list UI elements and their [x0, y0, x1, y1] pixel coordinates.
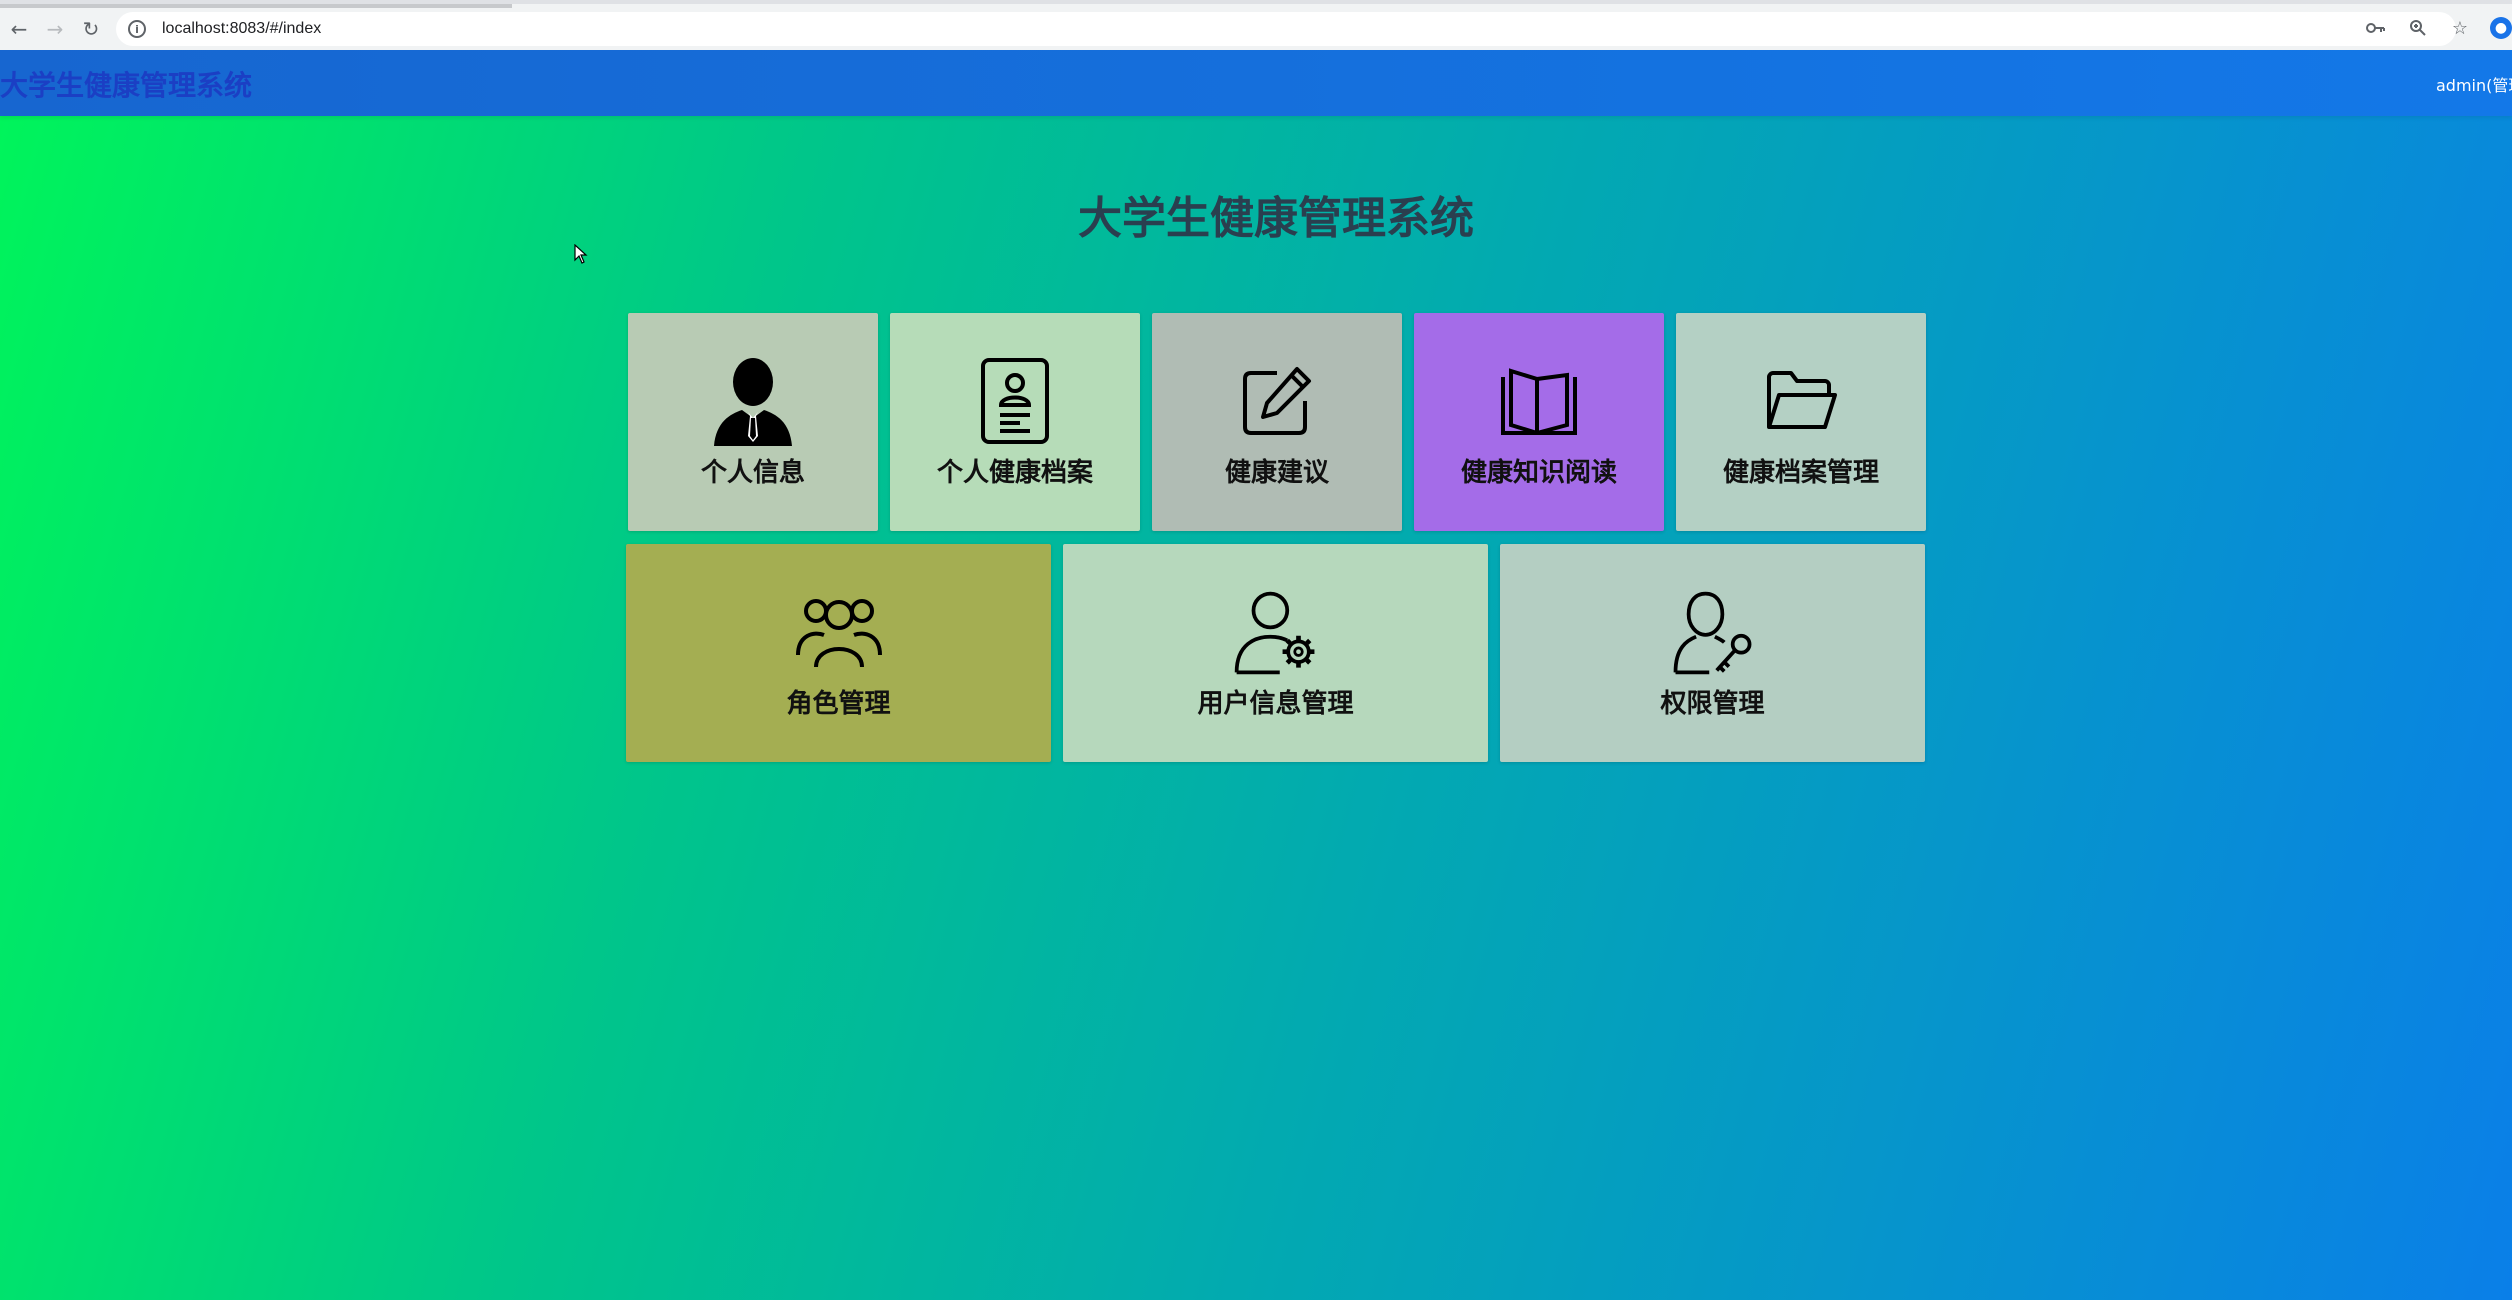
tile-role-management[interactable]: 角色管理 [626, 544, 1051, 762]
tile-label: 用户信息管理 [1197, 688, 1354, 719]
site-info-icon[interactable]: i [128, 20, 146, 38]
key-icon[interactable] [2364, 16, 2388, 40]
user-gear-icon [1231, 587, 1321, 677]
folder-open-icon [1756, 356, 1846, 446]
bookmark-star-icon[interactable]: ☆ [2448, 16, 2472, 40]
page-title: 大学生健康管理系统 [1078, 193, 1474, 244]
tile-user-info-management[interactable]: 用户信息管理 [1063, 544, 1488, 762]
reload-icon[interactable]: ↻ [78, 16, 104, 42]
open-book-icon [1494, 356, 1584, 446]
app-brand[interactable]: 大学生健康管理系统 [0, 64, 252, 104]
loading-progress [0, 4, 512, 8]
tile-personal-info[interactable]: 个人信息 [628, 313, 878, 531]
person-tie-icon [708, 356, 798, 446]
app-header: 大学生健康管理系统 admin(管理 [0, 50, 2512, 116]
tile-label: 个人健康档案 [936, 457, 1093, 488]
tiles-row-2: 角色管理 用户信息管理 权限管理 [626, 544, 1925, 762]
tile-health-record-management[interactable]: 健康档案管理 [1676, 313, 1926, 531]
tile-label: 健康建议 [1224, 457, 1329, 488]
tile-health-knowledge[interactable]: 健康知识阅读 [1414, 313, 1664, 531]
tile-permission-management[interactable]: 权限管理 [1500, 544, 1925, 762]
tile-label: 健康知识阅读 [1460, 457, 1617, 488]
url-text[interactable]: localhost:8083/#/index [162, 20, 321, 38]
mouse-cursor-icon [574, 243, 588, 268]
tile-personal-health-record[interactable]: 个人健康档案 [890, 313, 1140, 531]
user-group-icon [794, 587, 884, 677]
address-bar[interactable]: i localhost:8083/#/index [116, 12, 2456, 46]
app-page: 大学生健康管理系统 admin(管理 大学生健康管理系统 个人信息 [0, 50, 2512, 1300]
id-badge-icon [970, 356, 1060, 446]
tile-label: 个人信息 [700, 457, 805, 488]
back-icon[interactable]: ← [6, 16, 32, 42]
tile-health-advice[interactable]: 健康建议 [1152, 313, 1402, 531]
tiles-row-1: 个人信息 个人健康档案 健康建议 健康知识阅读 健康档案管理 [628, 313, 1926, 531]
tile-label: 健康档案管理 [1722, 457, 1879, 488]
zoom-icon[interactable] [2406, 16, 2430, 40]
browser-toolbar: ← → ↻ i localhost:8083/#/index ☆ ● [0, 0, 2512, 50]
edit-note-icon [1232, 356, 1322, 446]
user-key-icon [1668, 587, 1758, 677]
profile-icon[interactable]: ● [2490, 17, 2512, 39]
tile-label: 权限管理 [1660, 688, 1765, 719]
user-menu[interactable]: admin(管理 [2436, 72, 2512, 96]
tile-label: 角色管理 [786, 688, 891, 719]
forward-icon[interactable]: → [42, 16, 68, 42]
